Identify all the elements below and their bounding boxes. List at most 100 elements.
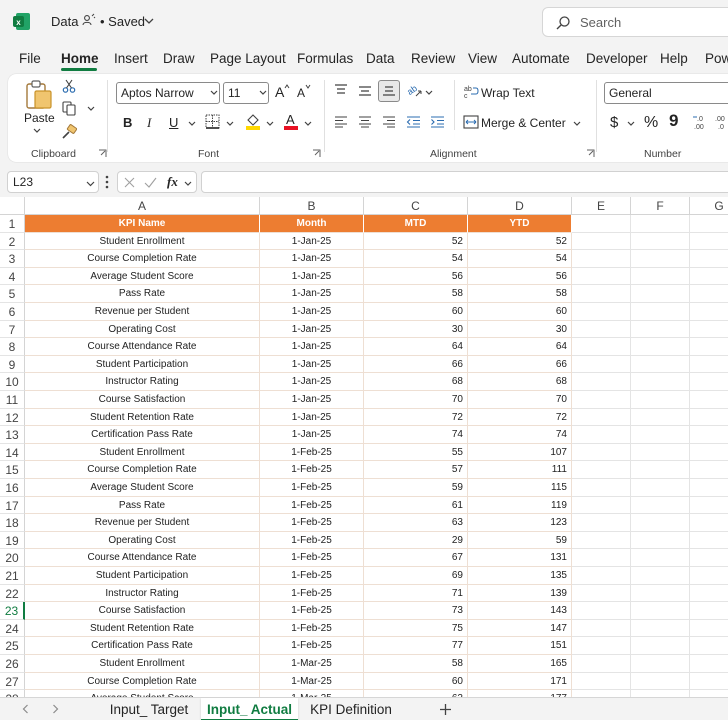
tab-data[interactable]: Data	[366, 51, 395, 66]
cell-mtd[interactable]: 29	[364, 531, 468, 550]
empty-cell[interactable]	[690, 549, 728, 567]
cell-ytd[interactable]: 68	[468, 373, 572, 391]
empty-cell[interactable]	[690, 444, 728, 462]
empty-cell[interactable]	[690, 285, 728, 303]
underline-button[interactable]: U	[169, 115, 178, 130]
fill-color-icon[interactable]	[245, 112, 261, 130]
cell-mtd[interactable]: 62	[364, 690, 468, 697]
row-header[interactable]: 16	[0, 479, 25, 497]
paste-label[interactable]: Paste	[24, 111, 55, 125]
chevron-down-icon[interactable]	[86, 179, 95, 188]
cell-ytd[interactable]: 74	[468, 426, 572, 444]
empty-cell[interactable]	[631, 267, 690, 286]
empty-cell[interactable]	[690, 497, 728, 515]
cell-kpi-name[interactable]: Revenue per Student	[25, 303, 260, 321]
formula-input[interactable]	[201, 171, 728, 193]
empty-cell[interactable]	[572, 637, 631, 655]
row-header[interactable]: 1	[0, 215, 25, 233]
cell-mtd[interactable]: 52	[364, 232, 468, 251]
cell-month[interactable]: 1-Jan-25	[260, 391, 364, 409]
cell-kpi-name[interactable]: Student Participation	[25, 355, 260, 374]
cell-kpi-name[interactable]: Course Attendance Rate	[25, 338, 260, 356]
underline-chevron-icon[interactable]	[188, 120, 196, 128]
column-header[interactable]: A	[25, 197, 260, 215]
cell-mtd[interactable]: 64	[364, 338, 468, 356]
header-cell-month[interactable]: Month	[260, 215, 364, 233]
empty-cell[interactable]	[572, 408, 631, 427]
empty-cell[interactable]	[631, 619, 690, 638]
empty-cell[interactable]	[631, 443, 690, 462]
cut-icon[interactable]	[62, 79, 76, 93]
enter-check-icon[interactable]	[144, 177, 157, 188]
currency-button[interactable]: $	[610, 114, 618, 131]
cell-kpi-name[interactable]: Instructor Rating	[25, 584, 260, 603]
row-header[interactable]: 7	[0, 320, 25, 339]
cancel-icon[interactable]	[124, 177, 135, 188]
increase-indent-icon[interactable]	[430, 116, 445, 128]
cell-month[interactable]: 1-Feb-25	[260, 567, 364, 585]
empty-cell[interactable]	[631, 285, 690, 303]
empty-cell[interactable]	[572, 549, 631, 567]
empty-cell[interactable]	[572, 320, 631, 339]
cell-mtd[interactable]: 61	[364, 496, 468, 515]
cell-ytd[interactable]: 66	[468, 355, 572, 374]
empty-cell[interactable]	[631, 426, 690, 444]
empty-cell[interactable]	[572, 250, 631, 268]
empty-cell[interactable]	[690, 373, 728, 391]
cell-ytd[interactable]: 143	[468, 602, 572, 620]
cell-mtd[interactable]: 72	[364, 408, 468, 427]
cell-month[interactable]: 1-Feb-25	[260, 637, 364, 655]
increase-decimal-icon[interactable]: .0 .00	[692, 114, 710, 130]
empty-cell[interactable]	[690, 673, 728, 691]
tab-review[interactable]: Review	[411, 51, 455, 66]
cell-month[interactable]: 1-Feb-25	[260, 619, 364, 638]
merge-center-chevron-icon[interactable]	[573, 120, 581, 128]
empty-cell[interactable]	[690, 215, 728, 233]
people-icon[interactable]	[82, 13, 96, 27]
empty-cell[interactable]	[690, 514, 728, 532]
cell-month[interactable]: 1-Jan-25	[260, 408, 364, 427]
row-header[interactable]: 17	[0, 496, 25, 515]
cell-kpi-name[interactable]: Student Enrollment	[25, 655, 260, 673]
empty-cell[interactable]	[572, 531, 631, 550]
empty-cell[interactable]	[572, 672, 631, 691]
cell-mtd[interactable]: 69	[364, 567, 468, 585]
column-header[interactable]: D	[468, 197, 572, 215]
empty-cell[interactable]	[690, 585, 728, 603]
wrap-text-button[interactable]: Wrap Text	[481, 86, 535, 100]
row-header[interactable]: 18	[0, 514, 25, 532]
empty-cell[interactable]	[690, 409, 728, 427]
empty-cell[interactable]	[631, 531, 690, 550]
orientation-icon[interactable]: ab	[406, 82, 422, 98]
empty-cell[interactable]	[631, 461, 690, 479]
empty-cell[interactable]	[572, 584, 631, 603]
empty-cell[interactable]	[572, 619, 631, 638]
empty-cell[interactable]	[690, 250, 728, 268]
cell-mtd[interactable]: 54	[364, 250, 468, 268]
empty-cell[interactable]	[631, 690, 690, 697]
row-header[interactable]: 8	[0, 338, 25, 356]
cell-ytd[interactable]: 56	[468, 267, 572, 286]
cell-mtd[interactable]: 71	[364, 584, 468, 603]
empty-cell[interactable]	[631, 250, 690, 268]
empty-cell[interactable]	[690, 532, 728, 550]
tab-automate[interactable]: Automate	[512, 51, 570, 66]
cell-ytd[interactable]: 135	[468, 567, 572, 585]
empty-cell[interactable]	[690, 268, 728, 286]
empty-cell[interactable]	[631, 391, 690, 409]
cell-kpi-name[interactable]: Operating Cost	[25, 531, 260, 550]
cell-ytd[interactable]: 30	[468, 320, 572, 339]
empty-cell[interactable]	[572, 602, 631, 620]
empty-cell[interactable]	[631, 567, 690, 585]
cell-month[interactable]: 1-Feb-25	[260, 531, 364, 550]
empty-cell[interactable]	[690, 602, 728, 620]
comma-style-button[interactable]: 9	[669, 111, 678, 131]
row-header[interactable]: 26	[0, 655, 25, 673]
cell-month[interactable]: 1-Jan-25	[260, 267, 364, 286]
chevron-right-icon[interactable]	[50, 704, 60, 714]
empty-cell[interactable]	[690, 567, 728, 585]
cell-mtd[interactable]: 70	[364, 391, 468, 409]
empty-cell[interactable]	[631, 602, 690, 620]
document-title[interactable]: Data	[51, 14, 78, 29]
empty-cell[interactable]	[631, 373, 690, 391]
